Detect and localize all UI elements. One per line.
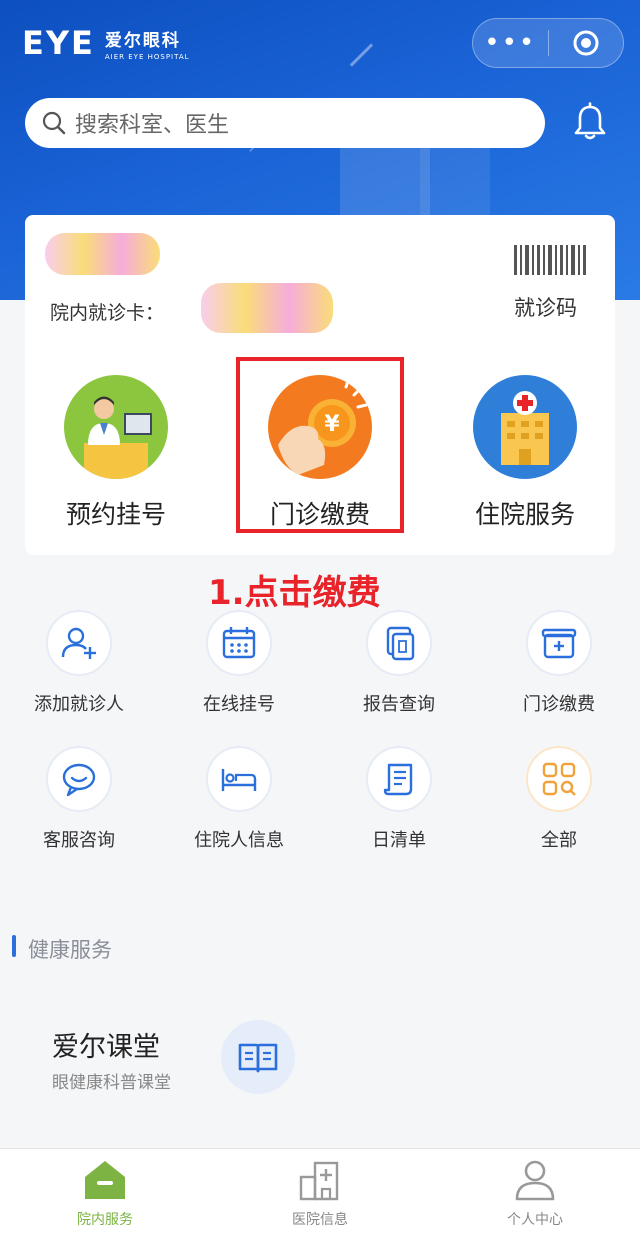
hospital-building-icon — [473, 375, 577, 479]
tab-hospital-info[interactable]: 医院信息 — [240, 1159, 400, 1229]
outpatient-payment-grid-label: 门诊缴费 — [523, 694, 595, 715]
search-placeholder: 搜索科室、医生 — [75, 113, 230, 138]
open-book-icon[interactable] — [221, 1020, 295, 1094]
redacted-name — [45, 233, 160, 275]
list-icon — [366, 746, 432, 812]
appointment-button[interactable]: 预约挂号 — [46, 375, 186, 531]
tab-hospital-services[interactable]: 院内服务 — [25, 1159, 185, 1229]
aier-class-title[interactable]: 爱尔课堂 — [52, 1025, 160, 1064]
health-section-title: 健康服务 — [28, 938, 112, 962]
tab-label: 个人中心 — [507, 1212, 563, 1228]
inpatient-info-button[interactable]: 住院人信息 — [164, 746, 314, 852]
tab-label: 医院信息 — [292, 1212, 348, 1228]
hospital-info-icon — [299, 1161, 339, 1201]
add-user-icon — [46, 610, 112, 676]
all-services-label: 全部 — [541, 830, 577, 851]
tab-personal-center[interactable]: 个人中心 — [455, 1159, 615, 1229]
aier-class-subtitle: 眼健康科普课堂 — [52, 1073, 171, 1093]
calendar-icon — [206, 610, 272, 676]
section-marker — [12, 935, 16, 957]
visit-code-button[interactable] — [514, 245, 588, 279]
appointment-label: 预约挂号 — [65, 500, 166, 529]
add-patient-button[interactable]: 添加就诊人 — [4, 610, 154, 716]
logo-mark: EYE — [22, 24, 95, 62]
bottom-tab-bar: 院内服务 医院信息 个人中心 — [0, 1148, 640, 1245]
barcode-icon — [514, 245, 586, 275]
banner-decoration — [349, 43, 374, 67]
online-register-label: 在线挂号 — [203, 694, 275, 715]
home-icon — [85, 1161, 125, 1199]
tab-label: 院内服务 — [77, 1212, 133, 1228]
report-query-button[interactable]: 报告查询 — [324, 610, 474, 716]
outpatient-payment-grid-button[interactable]: 门诊缴费 — [484, 610, 634, 716]
payment-box-icon — [526, 610, 592, 676]
notification-button[interactable] — [572, 102, 608, 146]
logo-chinese-name: 爱尔眼科 — [104, 30, 181, 51]
customer-service-label: 客服咨询 — [43, 830, 115, 851]
person-icon — [515, 1160, 555, 1201]
highlight-box — [236, 357, 404, 533]
report-icon — [366, 610, 432, 676]
redacted-card-number — [201, 283, 333, 333]
all-apps-icon — [526, 746, 592, 812]
doctor-desk-icon — [64, 375, 168, 479]
visit-code-label[interactable]: 就诊码 — [514, 292, 577, 322]
close-miniprogram-button[interactable] — [549, 29, 624, 57]
add-patient-label: 添加就诊人 — [34, 694, 124, 715]
inpatient-info-label: 住院人信息 — [194, 830, 284, 851]
customer-service-button[interactable]: 客服咨询 — [4, 746, 154, 852]
search-input[interactable]: 搜索科室、医生 — [25, 98, 545, 148]
more-menu-button[interactable]: ••• — [473, 30, 548, 56]
inpatient-service-button[interactable]: 住院服务 — [455, 375, 595, 531]
inpatient-service-label: 住院服务 — [474, 500, 575, 529]
daily-list-label: 日清单 — [372, 830, 426, 851]
hospital-logo: EYE 爱尔眼科 AIER EYE HOSPITAL — [22, 24, 190, 62]
all-services-button[interactable]: 全部 — [484, 746, 634, 852]
instruction-annotation: 1.点击缴费 — [208, 573, 381, 613]
online-register-button[interactable]: 在线挂号 — [164, 610, 314, 716]
report-query-label: 报告查询 — [363, 694, 435, 715]
target-icon — [573, 30, 599, 56]
bell-icon — [574, 102, 606, 140]
visit-card-label: 院内就诊卡： — [50, 302, 165, 324]
daily-list-button[interactable]: 日清单 — [324, 746, 474, 852]
search-icon — [42, 111, 66, 135]
logo-english-name: AIER EYE HOSPITAL — [104, 52, 190, 61]
bed-icon — [206, 746, 272, 812]
chat-icon — [46, 746, 112, 812]
miniprogram-capsule: ••• — [472, 18, 624, 68]
